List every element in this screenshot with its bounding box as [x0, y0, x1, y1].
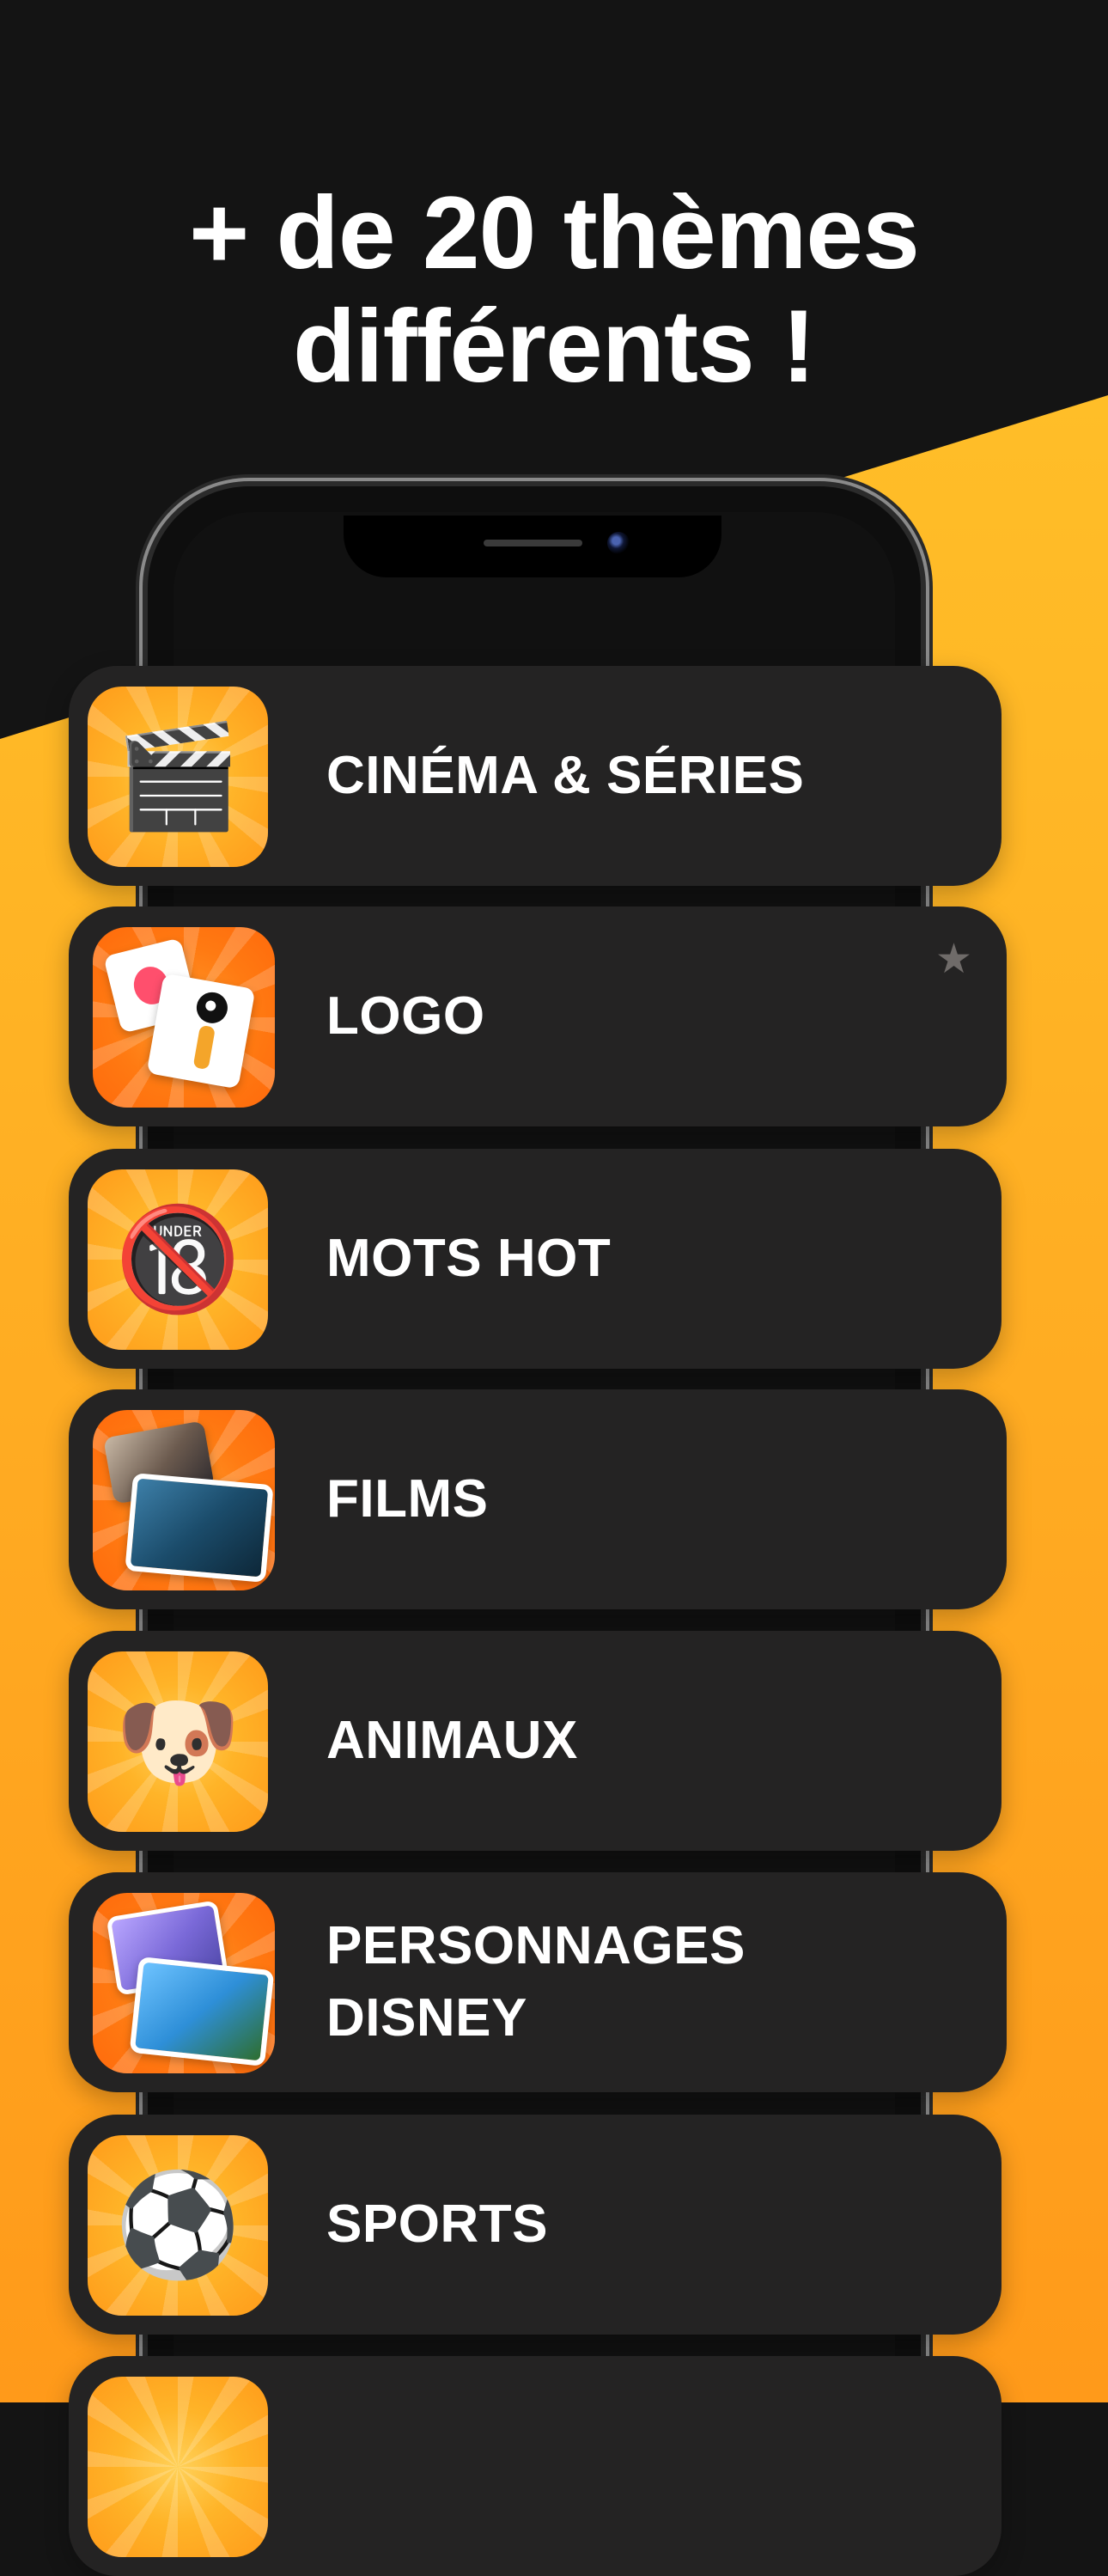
dog-face-icon: 🐶: [114, 1685, 241, 1798]
category-label-line-1: FILMS: [326, 1469, 489, 1529]
headline-line-2: différents !: [292, 289, 816, 404]
clapperboard-icon: 🎬: [114, 720, 241, 833]
category-tile: 🐶: [88, 1651, 268, 1832]
category-label: LOGO: [326, 906, 485, 1126]
soccer-ball-icon: ⚽: [114, 2169, 241, 2282]
page-headline: + de 20 thèmes différents !: [0, 176, 1108, 403]
category-item-films[interactable]: FILMS: [69, 1389, 1007, 1609]
phone-speaker: [484, 540, 582, 546]
category-item-logo[interactable]: LOGO ★: [69, 906, 1007, 1126]
category-label: PERSONNAGES DISNEY: [326, 1872, 746, 2092]
category-label-line-1: PERSONNAGES: [326, 1916, 746, 1975]
category-tile: [93, 1893, 275, 2073]
category-label: MOTS HOT: [326, 1149, 611, 1369]
category-label-line-1: LOGO: [326, 986, 485, 1046]
headline-line-1: + de 20 thèmes: [189, 175, 920, 290]
category-tile: [88, 2377, 268, 2557]
category-item-mots-hot[interactable]: 🔞 MOTS HOT: [69, 1149, 1001, 1369]
category-label: FILMS: [326, 1389, 488, 1609]
category-label-line-2: DISNEY: [326, 1988, 527, 2048]
sunburst-rays: [88, 2377, 268, 2557]
category-label-line-1: SPORTS: [326, 2194, 548, 2254]
no-under-18-icon: 🔞: [114, 1203, 241, 1316]
category-label-line-1: MOTS HOT: [326, 1229, 612, 1288]
category-item-animaux[interactable]: 🐶 ANIMAUX: [69, 1631, 1001, 1851]
category-label-line-1: ANIMAUX: [326, 1711, 578, 1770]
category-label: CINÉMA & SÉRIES: [326, 666, 804, 886]
category-tile: [93, 1410, 275, 1590]
category-item-cinema-series[interactable]: 🎬 CINÉMA & SÉRIES: [69, 666, 1001, 886]
category-tile: 🔞: [88, 1169, 268, 1350]
front-camera-icon: [607, 532, 630, 554]
category-label: ANIMAUX: [326, 1631, 578, 1851]
category-tile: 🎬: [88, 687, 268, 867]
star-icon[interactable]: ★: [935, 939, 972, 980]
category-item-next[interactable]: [69, 2356, 1001, 2576]
phone-notch: [344, 516, 721, 577]
category-label: SPORTS: [326, 2115, 548, 2335]
category-tile: ⚽: [88, 2135, 268, 2316]
category-label-line-1: CINÉMA & SÉRIES: [326, 746, 805, 805]
category-tile: [93, 927, 275, 1108]
category-item-sports[interactable]: ⚽ SPORTS: [69, 2115, 1001, 2335]
category-item-personnages-disney[interactable]: PERSONNAGES DISNEY: [69, 1872, 1007, 2092]
